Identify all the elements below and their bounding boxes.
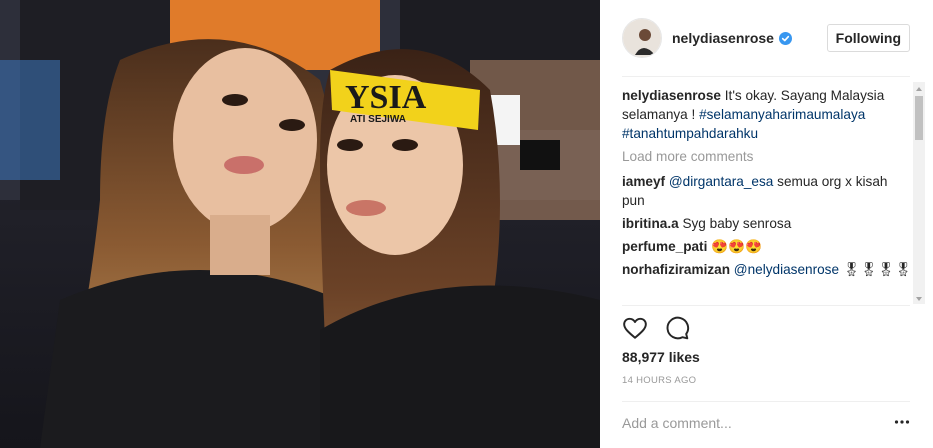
headband-text: YSIA — [345, 79, 427, 116]
list-item: norhafiziramizan @nelydiasenrose 🎖🎖🎖🎖 — [622, 260, 912, 279]
add-comment-input[interactable] — [622, 412, 882, 434]
comment-mention[interactable]: @nelydiasenrose — [734, 262, 839, 277]
post-actions — [622, 315, 690, 343]
post-header: nelydiasenrose Following — [622, 16, 910, 60]
caption: nelydiasenrose It's okay. Sayang Malaysi… — [622, 86, 912, 143]
comment-text: 🎖🎖🎖🎖 — [842, 262, 912, 277]
comment-text: 😍😍😍 — [711, 239, 762, 254]
more-options-icon[interactable] — [893, 413, 911, 431]
post-image: YSIA ATI SEJIWA — [0, 0, 600, 448]
heart-icon[interactable] — [622, 315, 648, 341]
scroll-down-arrow-icon[interactable] — [913, 292, 925, 304]
post-username[interactable]: nelydiasenrose — [672, 30, 774, 46]
list-item: ibritina.a Syg baby senrosa — [622, 214, 912, 233]
header-divider — [622, 76, 910, 77]
list-item: perfume_pati 😍😍😍 — [622, 237, 912, 256]
load-more-comments-link[interactable]: Load more comments — [622, 147, 912, 166]
likes-count[interactable]: 88,977 likes — [622, 349, 700, 365]
comment-username[interactable]: norhafiziramizan — [622, 262, 730, 277]
comments-scrollbar[interactable] — [913, 82, 925, 304]
actions-divider — [622, 305, 910, 306]
comment-mention[interactable]: @dirgantara_esa — [669, 174, 774, 189]
post-timestamp: 14 HOURS AGO — [622, 375, 697, 386]
scroll-up-arrow-icon[interactable] — [913, 82, 925, 94]
scrollbar-thumb[interactable] — [915, 96, 923, 140]
comment-username[interactable]: ibritina.a — [622, 216, 679, 231]
caption-hashtag[interactable]: #tanahtumpahdarahku — [622, 126, 758, 141]
comment-divider — [622, 401, 910, 402]
list-item: iameyf @dirgantara_esa semua org x kisah… — [622, 172, 912, 210]
verified-badge-icon — [778, 31, 792, 45]
caption-hashtag[interactable]: #selamanyaharimaumalaya — [699, 107, 865, 122]
following-button[interactable]: Following — [826, 24, 910, 52]
comment-icon[interactable] — [664, 315, 690, 341]
avatar[interactable] — [622, 18, 662, 58]
post-photo[interactable]: YSIA ATI SEJIWA — [0, 0, 600, 448]
comment-text: Syg baby senrosa — [682, 216, 792, 231]
comment-username[interactable]: perfume_pati — [622, 239, 707, 254]
post-side-panel: nelydiasenrose Following nelydiasenrose … — [600, 0, 933, 448]
comments-list: nelydiasenrose It's okay. Sayang Malaysi… — [622, 86, 912, 303]
headband-small-text: ATI SEJIWA — [350, 114, 406, 125]
comment-username[interactable]: iameyf — [622, 174, 665, 189]
caption-username[interactable]: nelydiasenrose — [622, 88, 721, 103]
